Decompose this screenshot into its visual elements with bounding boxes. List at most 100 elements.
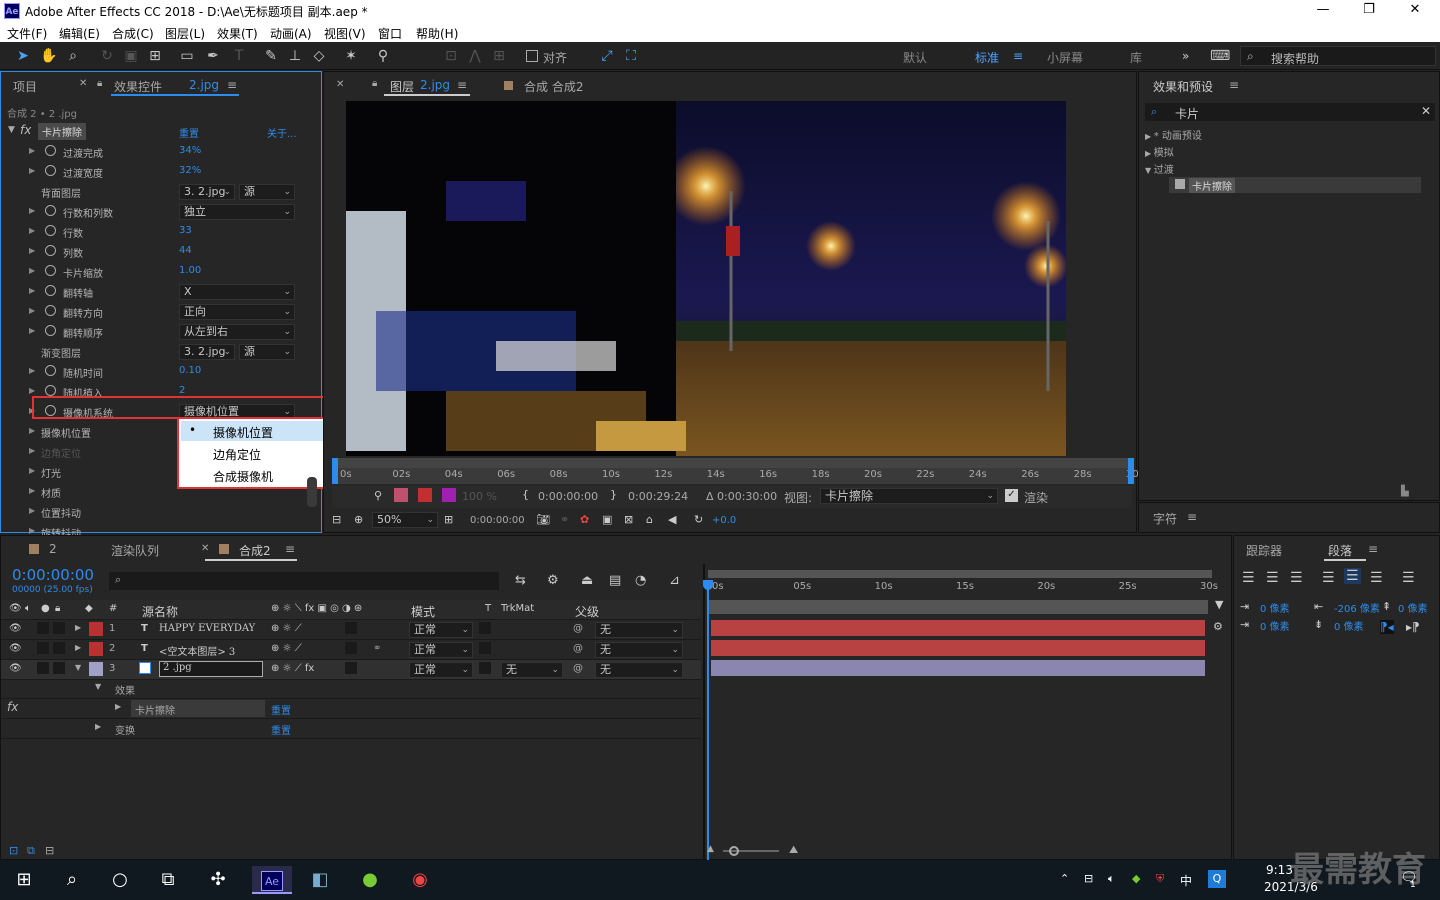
layer-expand-icon[interactable]: ▶ [75, 623, 81, 632]
pan-behind-tool-icon[interactable]: ⊞ [146, 47, 164, 65]
workspace-small-screen[interactable]: 小屏幕 [1047, 49, 1083, 66]
roto-brush-tool-icon[interactable]: ✶ [342, 47, 360, 65]
tab-project[interactable]: 项目 [13, 78, 37, 95]
effects-presets-title[interactable]: 效果和预设 [1153, 78, 1213, 95]
exposure-value[interactable]: +0.0 [712, 515, 736, 526]
transparency-icon[interactable] [394, 488, 408, 502]
lock-switch-icon[interactable]: 🔒︎ [55, 603, 60, 614]
menu-window[interactable]: 窗口 [378, 25, 402, 42]
tab-layer-file[interactable]: 2.jpg [420, 78, 450, 92]
clear-search-icon[interactable]: ✕ [1421, 104, 1431, 118]
expand-arrow-icon[interactable]: ▶ [29, 426, 35, 435]
camera-tool-icon[interactable]: ▣ [122, 47, 140, 65]
stopwatch-icon[interactable] [45, 285, 56, 296]
out-time[interactable]: 0:00:29:24 [628, 490, 688, 503]
menu-file[interactable]: 文件(F) [7, 25, 47, 42]
rtl-direction-icon[interactable]: ▸⁋ [1406, 620, 1420, 634]
card-wipe-reset-link[interactable]: 重置 [271, 702, 291, 717]
layer-expand-icon[interactable]: ▶ [75, 643, 81, 652]
comp-marker-bin-icon[interactable]: ▼ [1215, 598, 1223, 611]
taskbar-chrome-icon[interactable]: ◉ [400, 866, 440, 894]
stopwatch-icon[interactable] [45, 205, 56, 216]
layer-3-duration-bar[interactable] [711, 660, 1205, 676]
reset-link[interactable]: 重置 [179, 125, 199, 140]
graph-editor-icon[interactable]: ⊿ [669, 573, 680, 588]
expand-arrow-icon[interactable]: ▶ [29, 146, 35, 155]
view-select[interactable]: 卡片擦除 ⌄ [820, 488, 998, 504]
minimize-button[interactable]: — [1300, 2, 1346, 17]
menu-animation[interactable]: 动画(A) [270, 25, 312, 42]
prop-value[interactable]: 2 [179, 385, 185, 396]
layer-name[interactable]: HAPPY EVERYDAY [159, 623, 255, 634]
prop-value[interactable]: 32% [179, 165, 201, 176]
prop-select[interactable]: X ⌄ [179, 284, 295, 300]
stopwatch-icon[interactable] [45, 145, 56, 156]
layer-row[interactable]: 👁︎ ▶ 1 T HAPPY EVERYDAY ⊕ ☼ ⟋ 正常 ⌄ @ 无 ⌄ [1, 620, 701, 640]
zoom-slider-handle[interactable] [729, 846, 739, 856]
stopwatch-icon[interactable] [45, 225, 56, 236]
workspace-menu-icon[interactable]: ≡ [1013, 49, 1023, 63]
first-line-indent-value[interactable]: -206 像素 [1334, 600, 1380, 615]
close-window-button[interactable]: ✕ [1392, 2, 1438, 17]
layer-expand-icon[interactable]: ▼ [75, 663, 81, 672]
solo-switch-icon[interactable]: ● [41, 603, 50, 614]
prop-value[interactable]: 1.00 [179, 265, 201, 276]
prop-source-select[interactable]: 源 ⌄ [239, 184, 295, 200]
expand-arrow-icon[interactable]: ▶ [29, 386, 35, 395]
layer-mode-select[interactable]: 正常 ⌄ [409, 642, 473, 658]
timeline-wrench-icon[interactable]: ⚙ [1213, 620, 1223, 633]
prop-value[interactable]: 44 [179, 245, 192, 256]
zoom-out-icon[interactable]: ▲ [707, 844, 714, 854]
timeline-menu-icon[interactable]: ≡ [285, 542, 295, 556]
snap-feature-icon[interactable]: ⛶ [622, 47, 640, 65]
scrollbar-thumb[interactable] [307, 477, 317, 507]
current-time[interactable]: 0:00:00:00 [470, 515, 525, 526]
layer-label-color[interactable] [89, 622, 103, 636]
pickwhip-icon[interactable]: @ [573, 623, 583, 634]
preserve-transparency-toggle[interactable] [479, 662, 491, 674]
option-camera-position[interactable]: 摄像机位置 [213, 424, 273, 441]
footer-modes-icon[interactable]: ⧉ [27, 844, 35, 858]
solo-toggle[interactable] [37, 642, 49, 654]
layer-1-duration-bar[interactable] [711, 620, 1205, 636]
stopwatch-icon[interactable] [45, 165, 56, 176]
tray-security-icon[interactable]: ⛨ [1156, 872, 1164, 886]
viewer-time-ruler[interactable]: 0s 02s 04s 06s 08s 10s 12s 14s 16s 18s 20s 22s 24s 26… [332, 468, 1144, 484]
video-switch-icon[interactable]: 👁︎ [9, 603, 22, 614]
justify-left-icon[interactable]: ☰ [1322, 570, 1335, 586]
layer-label-color[interactable] [89, 642, 103, 656]
prop-select[interactable]: 独立 ⌄ [179, 204, 295, 220]
draft-3d-icon[interactable]: ⚙ [547, 573, 559, 588]
transparency-grid-icon[interactable]: ⊠ [624, 513, 633, 526]
snap-edge-icon[interactable]: ⤢ [598, 47, 616, 65]
solo-toggle[interactable] [37, 622, 49, 634]
workspace-standard[interactable]: 标准 [975, 49, 999, 66]
cortana-icon[interactable]: ○ [100, 866, 140, 894]
more-workspaces-icon[interactable]: » [1182, 49, 1189, 63]
layer-mode-select[interactable]: 正常 ⌄ [409, 662, 473, 678]
stopwatch-icon[interactable] [45, 325, 56, 336]
align-right-icon[interactable]: ☰ [1290, 570, 1303, 586]
reset-exposure-icon[interactable]: ◀ [668, 513, 676, 526]
stopwatch-icon[interactable] [45, 385, 56, 396]
show-snapshot-icon[interactable]: ⚭ [560, 513, 569, 526]
switch-box[interactable] [345, 642, 357, 654]
indent-left-value[interactable]: 0 像素 [1260, 600, 1290, 615]
selection-tool-icon[interactable]: ➤ [14, 47, 32, 65]
expand-arrow-icon[interactable]: ▶ [29, 206, 35, 215]
snapshot-icon[interactable]: 📷︎ [536, 513, 550, 526]
menu-view[interactable]: 视图(V) [324, 25, 366, 42]
align-center-icon[interactable]: ☰ [1266, 570, 1279, 586]
stopwatch-icon[interactable] [45, 305, 56, 316]
windows-start-icon[interactable]: ⊞ [4, 866, 44, 894]
layer-switches-icon[interactable]: ⊕ ☼ ⟋ [271, 643, 302, 654]
trkmat-select[interactable]: 无 ⌄ [501, 662, 563, 678]
space-after-value[interactable]: 0 像素 [1334, 618, 1364, 633]
help-search-input[interactable]: ⌕ 搜索帮助 [1240, 46, 1436, 66]
tab-tracker[interactable]: 跟踪器 [1246, 542, 1282, 559]
text-tool-icon[interactable]: T [230, 47, 248, 65]
justify-all-icon[interactable]: ☰ [1402, 570, 1415, 586]
pen-tool-icon[interactable]: ✒ [204, 47, 222, 65]
option-corner-pin[interactable]: 边角定位 [213, 446, 261, 463]
expand-arrow-icon[interactable]: ▶ [29, 326, 35, 335]
